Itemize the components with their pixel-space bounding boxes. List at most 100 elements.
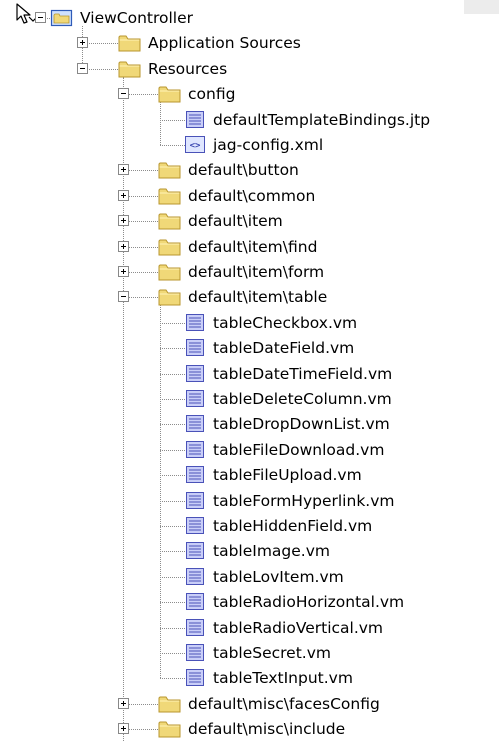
tree-node-label: tableDateTimeField.vm	[213, 364, 393, 383]
expand-plus-icon[interactable]	[118, 189, 129, 201]
tree-node-label: tableTextInput.vm	[213, 669, 353, 688]
tree-node-default-misc-include[interactable]: default\misc\include	[0, 717, 499, 742]
tree-node-label: tableFileDownload.vm	[213, 440, 385, 459]
tree-node-label: tableRadioVertical.vm	[213, 618, 384, 637]
tree-node-tablesecret[interactable]: tableSecret.vm	[0, 641, 499, 666]
tree-node-tablecheckbox[interactable]: tableCheckbox.vm	[0, 311, 499, 336]
file-icon	[183, 389, 207, 413]
file-icon	[183, 414, 207, 438]
tree-connector-branch	[160, 145, 185, 146]
expand-plus-icon[interactable]	[118, 240, 129, 252]
collapse-minus-icon[interactable]	[35, 12, 46, 23]
project-tree[interactable]: ViewController Application Sources Resou…	[0, 0, 499, 741]
tree-connector-branch	[160, 551, 185, 553]
file-icon	[183, 313, 207, 337]
tree-node-label: default\misc\include	[188, 720, 346, 739]
tree-node-label: tableCheckbox.vm	[213, 313, 358, 332]
tree-node-tabledatefield[interactable]: tableDateField.vm	[0, 336, 499, 361]
tree-connector-branch	[160, 424, 185, 426]
tree-node-tableformhyperlink[interactable]: tableFormHyperlink.vm	[0, 489, 499, 514]
tree-connector-branch	[160, 627, 185, 629]
collapse-minus-icon[interactable]	[118, 291, 129, 303]
tree-node-tableradiovertical[interactable]: tableRadioVertical.vm	[0, 616, 499, 641]
tree-node-tableimage[interactable]: tableImage.vm	[0, 539, 499, 564]
file-icon	[183, 440, 207, 464]
collapse-minus-icon[interactable]	[118, 88, 129, 100]
tree-node-label: tableHiddenField.vm	[213, 517, 373, 535]
file-icon	[183, 668, 207, 692]
tree-connector-branch	[160, 348, 185, 350]
tree-node-label: default\item\find	[188, 237, 318, 256]
tree-node-tablefiledownload[interactable]: tableFileDownload.vm	[0, 438, 499, 463]
tree-node-default-misc-facesconfig[interactable]: default\misc\facesConfig	[0, 692, 499, 717]
tree-connector-branch	[160, 475, 185, 477]
tree-node-label: default\item\table	[188, 288, 328, 307]
file-icon	[183, 491, 207, 515]
tree-node-tableradiohorizontal[interactable]: tableRadioHorizontal.vm	[0, 590, 499, 615]
tree-node-tablehiddenfield[interactable]: tableHiddenField.vm	[0, 514, 499, 539]
tree-node-label: default\item	[188, 212, 283, 231]
tree-node-label: default\button	[188, 161, 299, 180]
tree-connector-branch	[160, 678, 185, 680]
folder-icon	[158, 237, 182, 261]
tree-node-label: default\misc\facesConfig	[188, 694, 380, 713]
folder-icon	[158, 287, 182, 311]
tree-node-label: tableFormHyperlink.vm	[213, 491, 395, 510]
expand-plus-icon[interactable]	[118, 164, 129, 176]
folder-icon	[158, 160, 182, 184]
tree-node-label: default\item\form	[188, 263, 325, 281]
expand-plus-icon[interactable]	[118, 266, 129, 277]
folder-icon	[158, 262, 182, 286]
folder-icon	[118, 59, 142, 83]
tree-node-default-button[interactable]: default\button	[0, 158, 499, 183]
collapse-minus-icon[interactable]	[77, 62, 88, 74]
tree-node-default-item-table[interactable]: default\item\table	[0, 285, 499, 310]
tree-node-tabledatetimefield[interactable]: tableDateTimeField.vm	[0, 362, 499, 387]
tree-node-label: ViewController	[80, 9, 194, 27]
tree-node-label: tableRadioHorizontal.vm	[213, 593, 405, 612]
tree-node-label: Application Sources	[148, 34, 301, 53]
file-icon	[183, 465, 207, 489]
tree-node-config[interactable]: config	[0, 82, 499, 107]
xml-file-icon: <>	[183, 135, 207, 159]
tree-node-jag-config[interactable]: <> jag-config.xml	[0, 133, 499, 158]
expand-plus-icon[interactable]	[118, 215, 129, 227]
expand-plus-icon[interactable]	[77, 37, 88, 49]
folder-icon	[158, 694, 182, 718]
tree-node-viewcontroller[interactable]: ViewController	[0, 6, 499, 31]
tree-node-resources[interactable]: Resources	[0, 57, 499, 82]
tree-node-tabledropdownlist[interactable]: tableDropDownList.vm	[0, 412, 499, 437]
tree-node-tablefileupload[interactable]: tableFileUpload.vm	[0, 463, 499, 488]
tree-node-label: tableImage.vm	[213, 542, 330, 561]
folder-icon	[158, 719, 182, 743]
tree-node-label: defaultTemplateBindings.jtp	[213, 110, 431, 129]
folder-icon	[118, 33, 142, 57]
tree-connector-branch	[160, 322, 185, 324]
tree-node-label: tableLovItem.vm	[213, 567, 344, 586]
tree-node-label: Resources	[148, 59, 228, 78]
folder-icon	[158, 84, 182, 108]
tree-connector-branch	[160, 449, 185, 451]
tree-node-label: jag-config.xml	[213, 136, 324, 154]
tree-node-application-sources[interactable]: Application Sources	[0, 31, 499, 56]
tree-node-label: tableSecret.vm	[213, 644, 331, 662]
tree-node-defaulttemplatebindings[interactable]: defaultTemplateBindings.jtp	[0, 108, 499, 133]
tree-node-default-item-find[interactable]: default\item\find	[0, 235, 499, 260]
tree-node-default-item-form[interactable]: default\item\form	[0, 260, 499, 285]
folder-icon	[158, 211, 182, 235]
file-icon	[183, 618, 207, 642]
tree-node-default-common[interactable]: default\common	[0, 184, 499, 209]
tree-node-tabledeletecolumn[interactable]: tableDeleteColumn.vm	[0, 387, 499, 412]
expand-plus-icon[interactable]	[118, 697, 129, 709]
tree-node-default-item[interactable]: default\item	[0, 209, 499, 234]
folder-icon	[158, 186, 182, 210]
tree-connector-branch	[160, 500, 185, 502]
expand-plus-icon[interactable]	[118, 723, 129, 735]
tree-connector-branch	[160, 373, 185, 375]
tree-node-label: tableDropDownList.vm	[213, 415, 390, 434]
tree-node-label: config	[188, 85, 236, 104]
tree-node-tabletextinput[interactable]: tableTextInput.vm	[0, 666, 499, 691]
tree-node-tablelovitem[interactable]: tableLovItem.vm	[0, 565, 499, 590]
tree-node-label: tableDeleteColumn.vm	[213, 390, 392, 408]
tree-connector-branch	[160, 399, 185, 400]
